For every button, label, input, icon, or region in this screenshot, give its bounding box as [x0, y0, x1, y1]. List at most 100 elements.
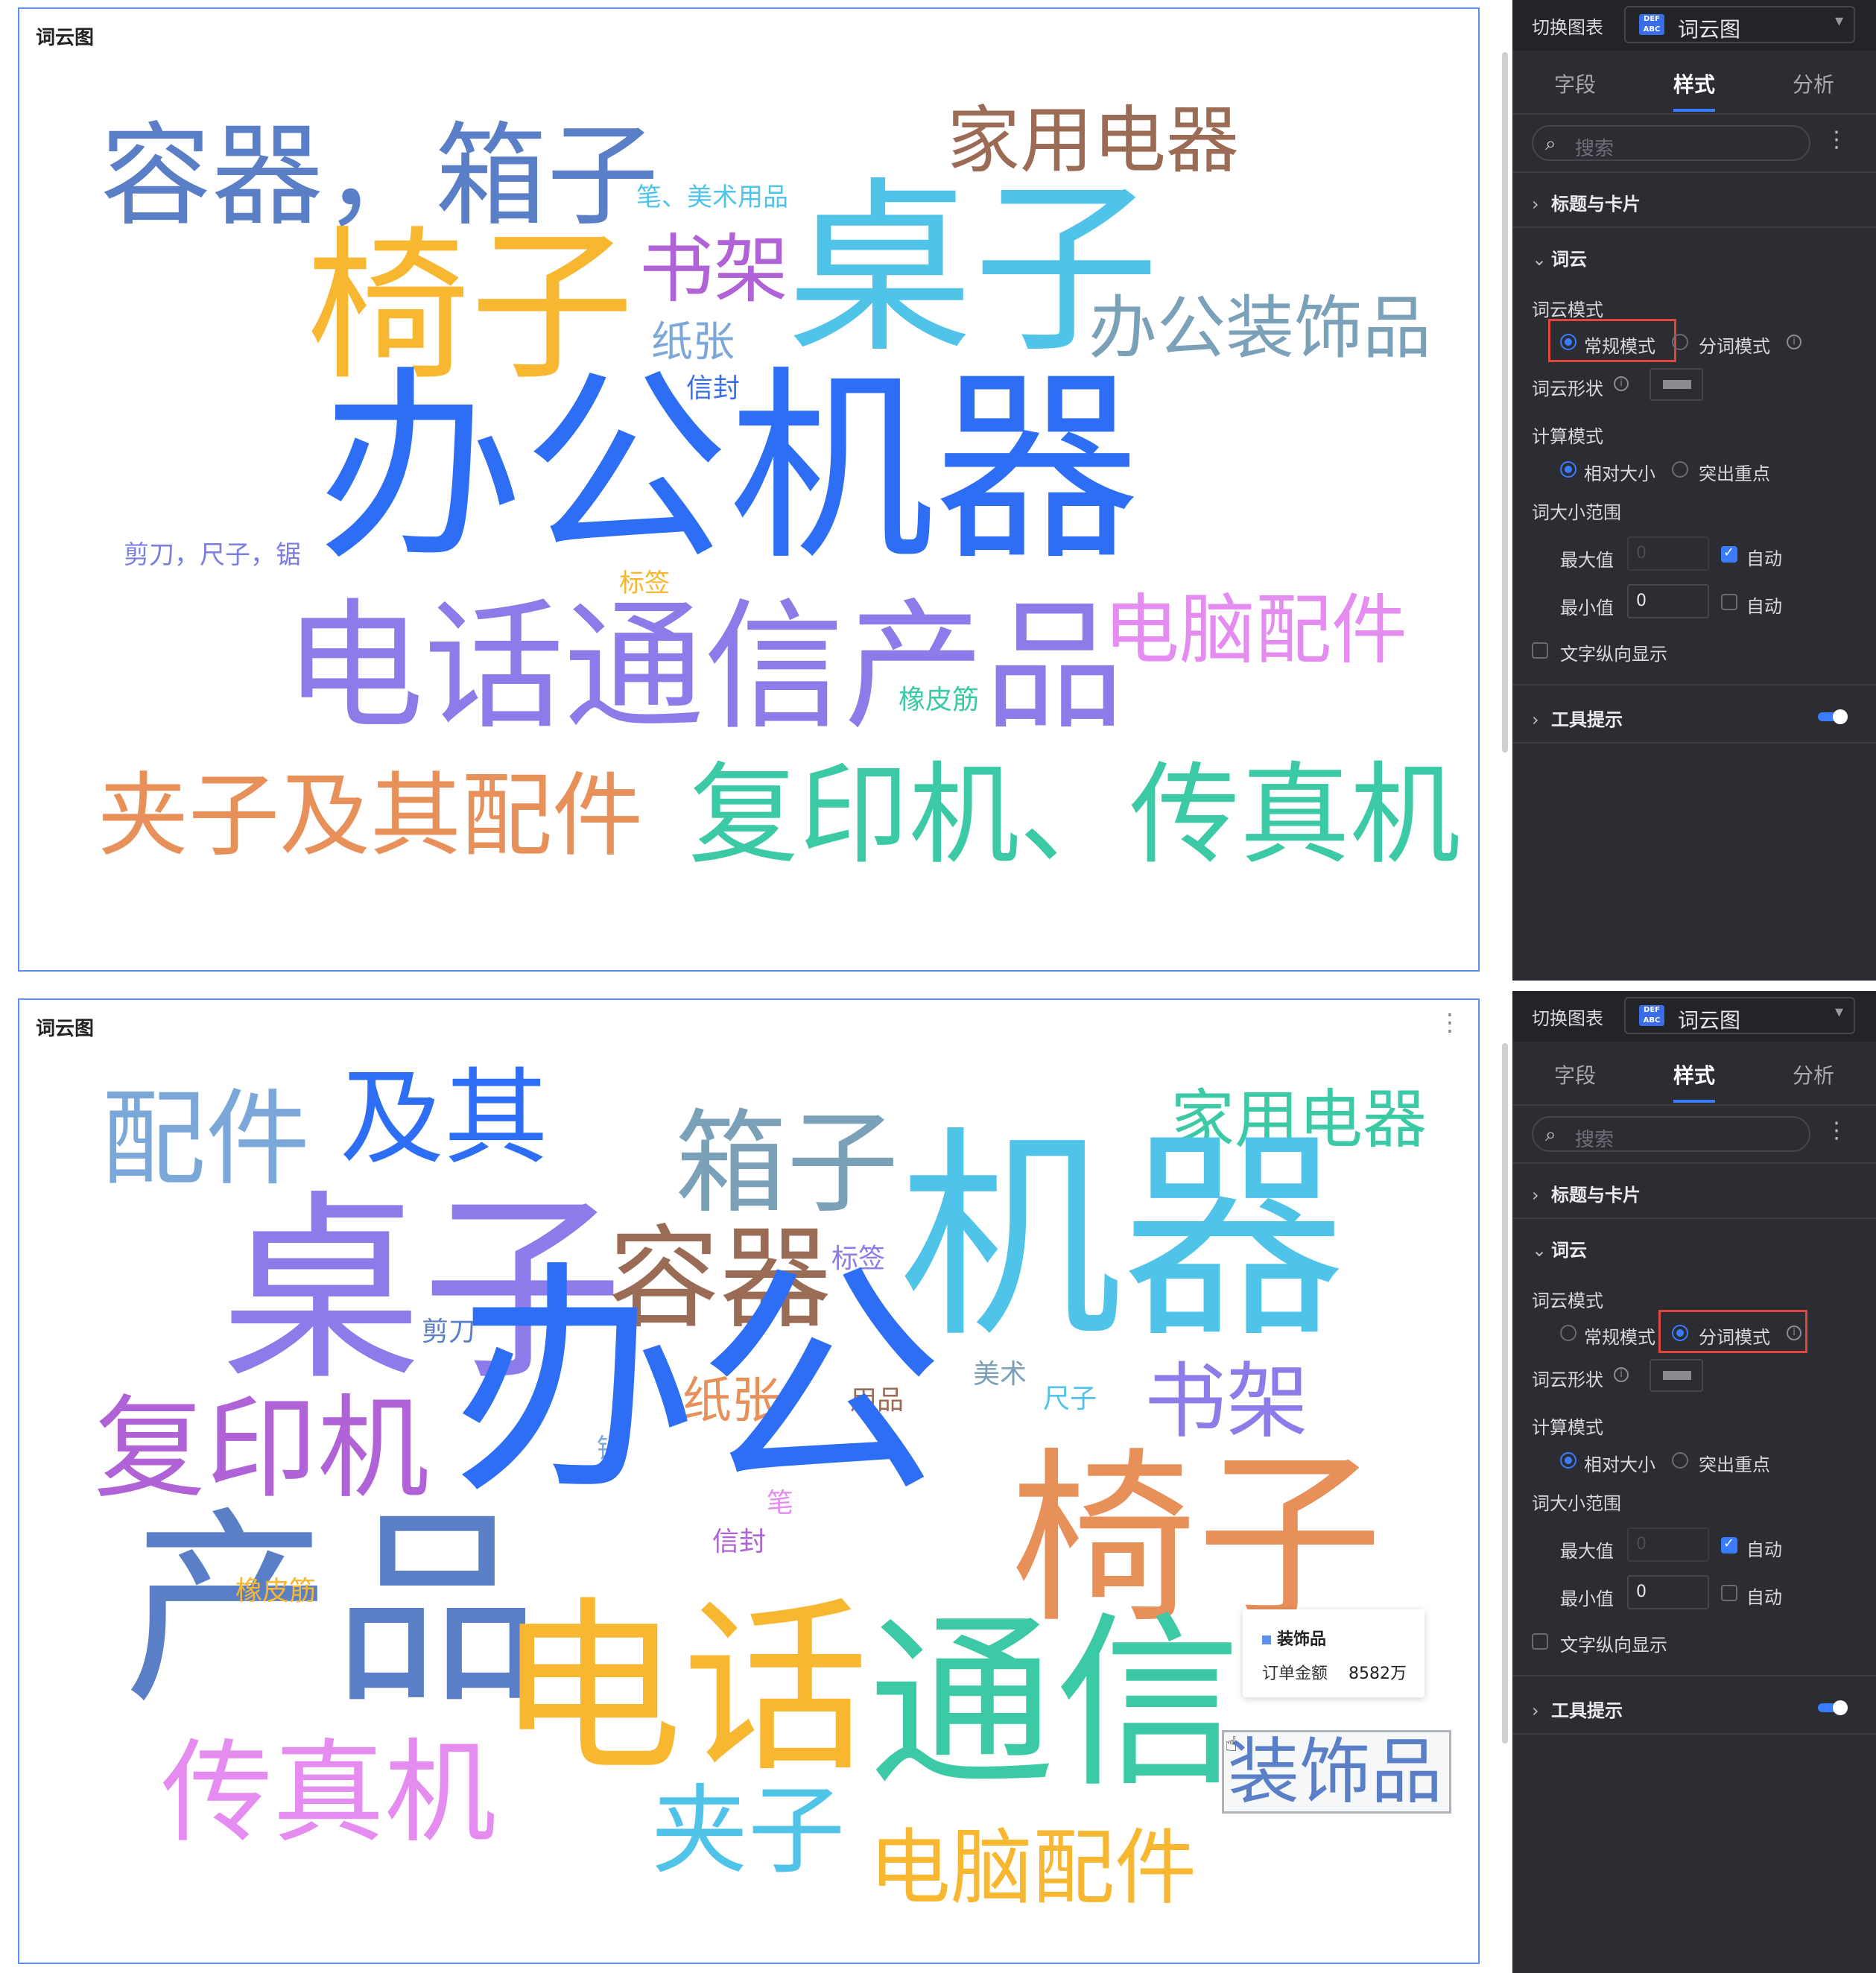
max-label: 最大值 — [1560, 550, 1614, 571]
switch-chart-label: 切换图表 — [1532, 1008, 1603, 1029]
min-label: 最小值 — [1560, 598, 1614, 618]
word-jiazi[interactable]: 夹子 — [651, 1782, 845, 1879]
calc-relative-radio[interactable] — [1560, 461, 1576, 478]
min-auto-checkbox[interactable] — [1721, 1585, 1737, 1601]
max-auto-checkbox[interactable] — [1721, 1536, 1737, 1554]
more-options-icon[interactable]: ⋮ — [1825, 127, 1848, 153]
calc-relative-label: 相对大小 — [1584, 463, 1655, 484]
active-tab-indicator — [1673, 109, 1715, 112]
min-auto-checkbox[interactable] — [1721, 594, 1737, 610]
word-fuyinji[interactable]: 复印机 — [94, 1393, 429, 1505]
min-value-input[interactable]: 0 — [1627, 1575, 1709, 1609]
search-input[interactable]: ⌕ 搜索 — [1532, 1116, 1810, 1152]
chevron-right-icon: › — [1532, 1185, 1539, 1206]
tab-style[interactable]: 样式 — [1673, 69, 1715, 98]
more-options-icon[interactable]: ⋮ — [1825, 1118, 1848, 1144]
wordcloud-card-top: 词云图 容器，箱子 家用电器 笔、美术用品 椅子 书架 桌子 办公装饰品 纸张 … — [18, 7, 1480, 972]
shape-selector[interactable] — [1650, 1359, 1703, 1392]
max-auto-checkbox[interactable] — [1721, 545, 1737, 563]
word-fuyinji-chuanzhenji[interactable]: 复印机、传真机 — [688, 760, 1460, 870]
max-value-input[interactable]: 0 — [1627, 536, 1709, 571]
word-chanpin[interactable]: 产品 — [124, 1507, 541, 1715]
vertical-text-checkbox[interactable] — [1532, 642, 1548, 659]
info-icon[interactable]: i — [1787, 1326, 1801, 1340]
chart-type-select[interactable]: DEF ABC 词云图 ▾ — [1624, 6, 1855, 43]
more-menu-icon[interactable]: ⋮ — [1438, 1010, 1462, 1034]
word-tongxin[interactable]: 通信 — [869, 1611, 1241, 1797]
word-bi-meishu-yongpin[interactable]: 笔、美术用品 — [636, 185, 788, 210]
search-input[interactable]: ⌕ 搜索 — [1532, 125, 1810, 161]
section-tooltip[interactable]: › 工具提示 — [1532, 705, 1623, 731]
word-diannao-peijian[interactable]: 电脑配件 — [869, 1827, 1197, 1909]
search-placeholder: 搜索 — [1575, 138, 1614, 160]
tooltip-toggle[interactable] — [1818, 709, 1848, 724]
size-range-label: 词大小范围 — [1532, 502, 1621, 523]
tab-fields[interactable]: 字段 — [1554, 69, 1596, 98]
word-zhuangshipin[interactable]: 装饰品 — [1228, 1736, 1442, 1808]
section-title-card-label: 标题与卡片 — [1551, 194, 1641, 215]
chart-type-select[interactable]: DEF ABC 词云图 ▾ — [1624, 997, 1855, 1034]
word-jiqi[interactable]: 机器 — [899, 1127, 1346, 1350]
divider — [1512, 171, 1876, 173]
section-tooltip[interactable]: › 工具提示 — [1532, 1696, 1623, 1722]
word-shujia[interactable]: 书架 — [639, 232, 788, 307]
word-jiazi-jiqi-peijian[interactable]: 夹子及其配件 — [98, 770, 643, 861]
shape-selector[interactable] — [1650, 368, 1703, 401]
min-value-input[interactable]: 0 — [1627, 584, 1709, 618]
word-xiangzi[interactable]: 箱子 — [675, 1108, 899, 1220]
word-xiangpijin[interactable]: 橡皮筋 — [899, 687, 979, 714]
section-wordcloud[interactable]: ⌄ 词云 — [1532, 244, 1587, 270]
divider — [1512, 742, 1876, 744]
tooltip-title-text: 装饰品 — [1277, 1630, 1327, 1649]
tooltip-value: 8582万 — [1349, 1665, 1407, 1683]
word-shujia[interactable]: 书架 — [1144, 1361, 1308, 1442]
word-jiandao-chizi-ju[interactable]: 剪刀，尺子，锯 — [124, 542, 301, 568]
shape-label: 词云形状 — [1532, 379, 1603, 399]
max-value-input[interactable]: 0 — [1627, 1527, 1709, 1562]
word-xinfeng[interactable]: 信封 — [712, 1529, 766, 1556]
word-xiangpijin[interactable]: 橡皮筋 — [235, 1578, 316, 1605]
calc-relative-radio[interactable] — [1560, 1452, 1576, 1469]
info-icon[interactable]: i — [1787, 335, 1801, 349]
info-icon[interactable]: i — [1614, 376, 1629, 391]
word-bangong-jiqi[interactable]: 办公机器 — [317, 367, 1140, 572]
mode-normal-radio[interactable] — [1560, 1325, 1576, 1341]
word-bangong[interactable]: 办公 — [451, 1261, 943, 1507]
calc-highlight-radio[interactable] — [1672, 1452, 1688, 1469]
size-range-label: 词大小范围 — [1532, 1493, 1621, 1514]
active-tab-indicator — [1673, 1100, 1715, 1103]
section-tooltip-label: 工具提示 — [1551, 1700, 1623, 1721]
word-jiqi2[interactable]: 及其 — [340, 1067, 548, 1171]
mode-split-radio[interactable] — [1672, 1325, 1688, 1341]
tab-style[interactable]: 样式 — [1673, 1060, 1715, 1089]
word-chizi[interactable]: 尺子 — [1043, 1386, 1097, 1413]
word-bangong-zhuangshipin[interactable]: 办公装饰品 — [1088, 294, 1431, 363]
wordcloud-chart-icon: DEF ABC — [1639, 14, 1664, 35]
tab-fields[interactable]: 字段 — [1554, 1060, 1596, 1089]
scrollbar[interactable] — [1502, 52, 1508, 753]
chevron-down-icon: ▾ — [1834, 12, 1843, 31]
word-dianhua-tongxin-chanpin[interactable]: 电话通信产品 — [284, 598, 1124, 738]
word-diannao-peijian[interactable]: 电脑配件 — [1103, 593, 1407, 669]
mode-normal-radio[interactable] — [1560, 334, 1576, 350]
section-wordcloud[interactable]: ⌄ 词云 — [1532, 1235, 1587, 1261]
scrollbar[interactable] — [1502, 1043, 1508, 1744]
word-chuanzhenji[interactable]: 传真机 — [161, 1738, 496, 1849]
section-title-card[interactable]: › 标题与卡片 — [1532, 1180, 1641, 1206]
vertical-text-checkbox[interactable] — [1532, 1633, 1548, 1650]
panel-tabs: 字段 样式 分析 — [1512, 1042, 1876, 1106]
word-meishu[interactable]: 美术 — [973, 1361, 1027, 1388]
mode-split-label: 分词模式 — [1699, 1327, 1770, 1348]
tab-analysis[interactable]: 分析 — [1793, 69, 1834, 98]
mode-split-radio[interactable] — [1672, 334, 1688, 350]
word-dianhua[interactable]: 电话 — [496, 1596, 869, 1782]
calc-highlight-radio[interactable] — [1672, 461, 1688, 478]
card-title: 词云图 — [36, 1018, 95, 1040]
min-label: 最小值 — [1560, 1589, 1614, 1609]
section-title-card[interactable]: › 标题与卡片 — [1532, 189, 1641, 215]
info-icon[interactable]: i — [1614, 1367, 1629, 1382]
word-bi[interactable]: 笔 — [767, 1490, 793, 1517]
tooltip-toggle[interactable] — [1818, 1700, 1848, 1715]
vertical-text-label: 文字纵向显示 — [1560, 644, 1667, 665]
tab-analysis[interactable]: 分析 — [1793, 1060, 1834, 1089]
